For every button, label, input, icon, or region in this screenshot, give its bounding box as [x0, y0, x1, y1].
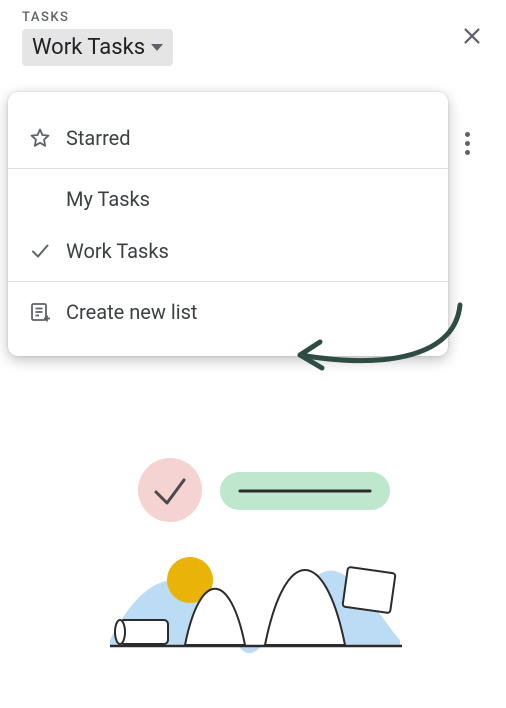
- dropdown-item-create-new-list[interactable]: Create new list: [8, 286, 448, 338]
- tasks-header: TASKS Work Tasks: [0, 0, 506, 72]
- list-dropdown-menu: Starred My Tasks Work Tasks Create new l…: [8, 92, 448, 356]
- dropdown-item-label: Create new list: [66, 300, 197, 324]
- check-icon: [28, 239, 66, 263]
- dropdown-item-label: My Tasks: [66, 187, 150, 211]
- overflow-menu-button[interactable]: [455, 132, 479, 155]
- header-label: TASKS: [22, 10, 490, 25]
- dropdown-item-starred[interactable]: Starred: [8, 112, 448, 164]
- divider: [8, 168, 448, 169]
- star-icon: [28, 126, 66, 150]
- close-button[interactable]: [458, 22, 486, 50]
- selected-list-name: Work Tasks: [32, 35, 145, 60]
- create-list-icon: [28, 300, 66, 324]
- close-icon: [461, 25, 483, 47]
- dropdown-item-work-tasks[interactable]: Work Tasks: [8, 225, 448, 277]
- empty-state-illustration: [90, 450, 420, 670]
- chevron-down-icon: [151, 44, 163, 51]
- dropdown-item-label: Starred: [66, 126, 131, 150]
- list-selector-dropdown[interactable]: Work Tasks: [22, 29, 173, 66]
- more-vertical-icon: [465, 132, 470, 137]
- divider: [8, 281, 448, 282]
- dropdown-item-label: Work Tasks: [66, 239, 169, 263]
- dropdown-item-my-tasks[interactable]: My Tasks: [8, 173, 448, 225]
